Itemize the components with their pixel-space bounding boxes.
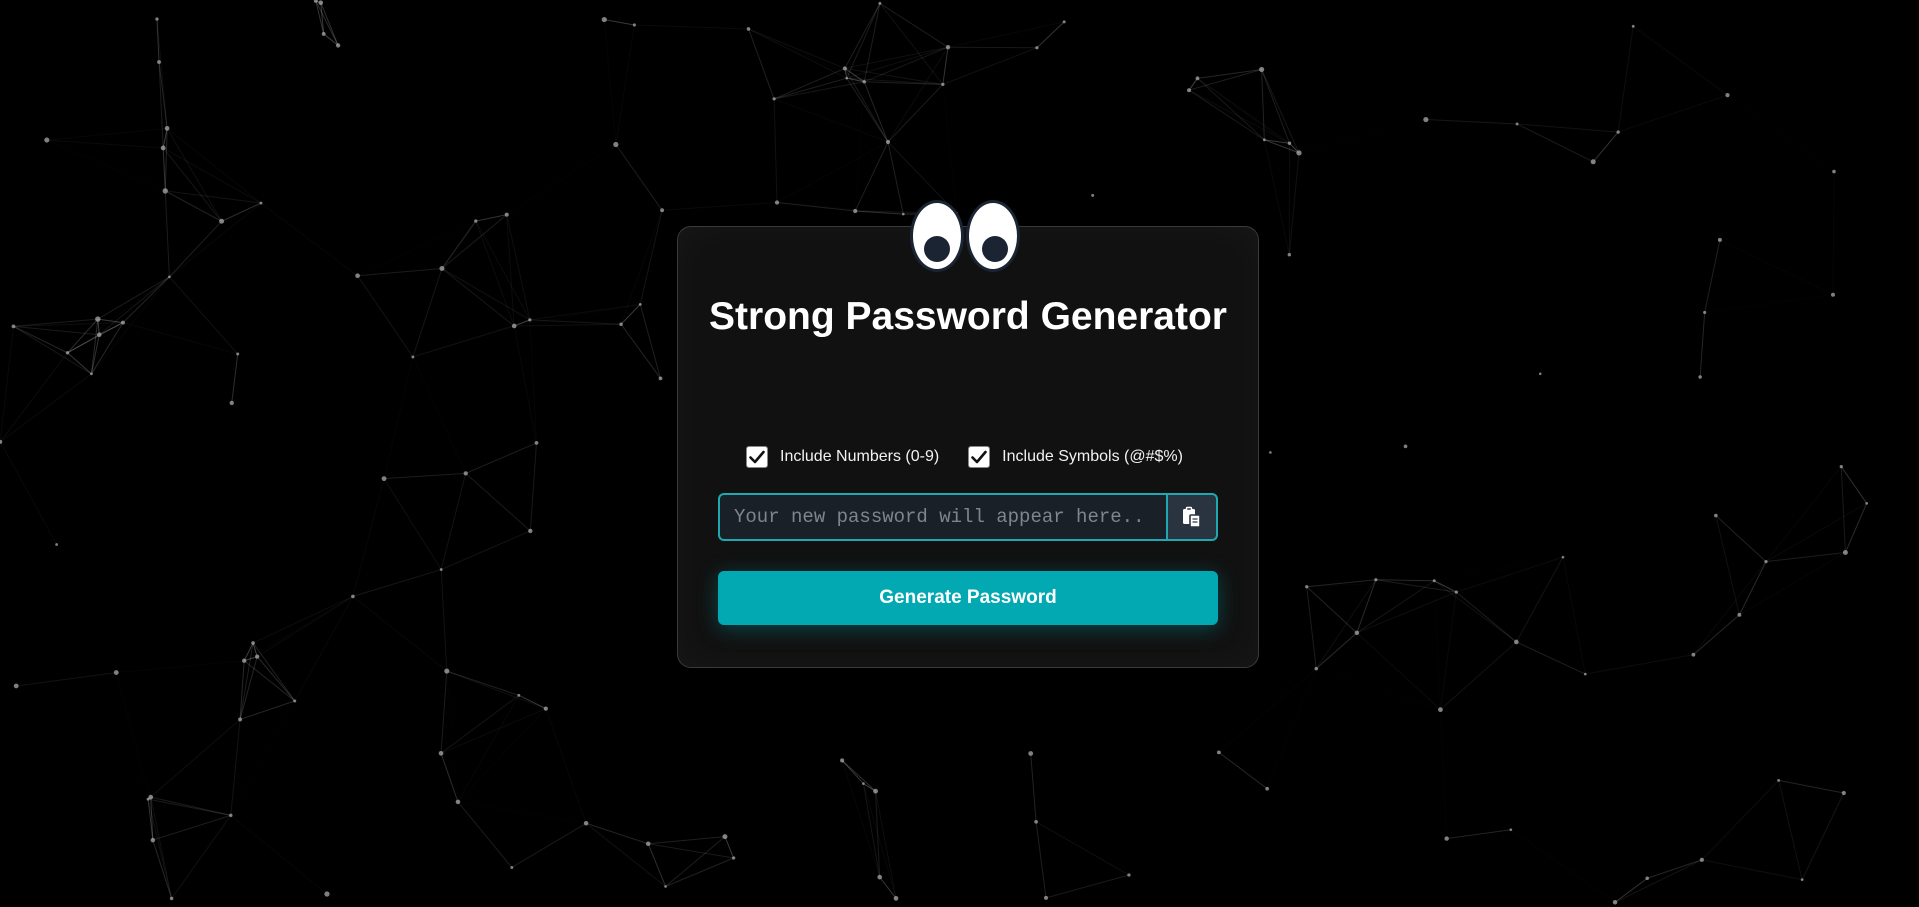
right-pupil <box>982 236 1008 262</box>
checkmark-icon <box>749 450 765 464</box>
include-numbers-option[interactable]: Include Numbers (0-9) <box>746 446 939 468</box>
left-pupil <box>924 236 950 262</box>
include-numbers-checkbox[interactable] <box>746 446 768 468</box>
copy-button[interactable] <box>1166 493 1218 541</box>
right-eye <box>966 200 1020 272</box>
include-symbols-checkbox[interactable] <box>968 446 991 468</box>
page-title: Strong Password Generator <box>709 295 1227 338</box>
clipboard-copy-icon <box>1183 506 1201 528</box>
generate-password-button[interactable]: Generate Password <box>718 571 1218 625</box>
left-eye <box>910 200 964 272</box>
options-row: Include Numbers (0-9) Include Symbols (@… <box>746 444 1183 470</box>
include-symbols-label: Include Symbols (@#$%) <box>1002 448 1183 465</box>
include-symbols-option[interactable]: Include Symbols (@#$%) <box>968 446 1183 468</box>
checkmark-icon <box>971 450 987 464</box>
include-numbers-label: Include Numbers (0-9) <box>780 448 940 465</box>
password-output-field[interactable] <box>718 493 1166 541</box>
password-row <box>718 493 1218 541</box>
googly-eyes-icon <box>910 200 1024 274</box>
